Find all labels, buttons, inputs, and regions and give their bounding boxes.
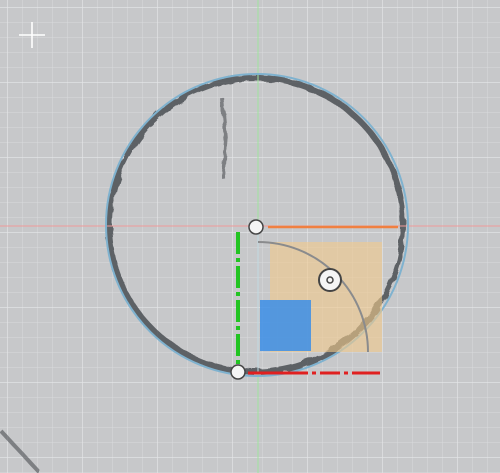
editor-viewport[interactable] — [0, 0, 500, 473]
viewport-canvas[interactable] — [0, 0, 500, 473]
dot-in-circle-icon[interactable] — [318, 268, 342, 292]
pivot-handle-top[interactable] — [248, 219, 264, 235]
pivot-handle-bottom[interactable] — [230, 364, 246, 380]
grid-major — [0, 0, 500, 473]
angle-handle[interactable] — [318, 268, 342, 292]
xy-plane-handle[interactable] — [260, 300, 311, 351]
